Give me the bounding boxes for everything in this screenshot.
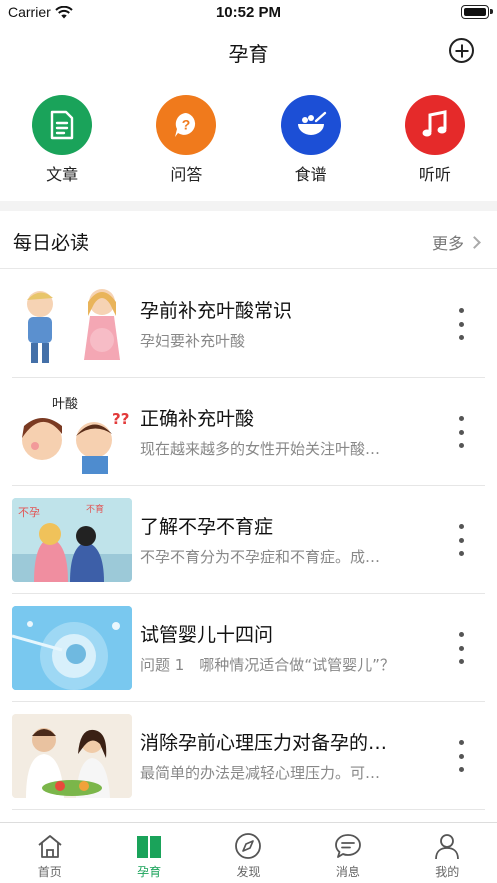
more-options-icon[interactable]	[457, 524, 465, 556]
thumbnail-caption: 不孕	[18, 506, 40, 519]
article-list: 孕前补充叶酸常识 孕妇要补充叶酸 叶酸 ?? 正确补充叶酸 现在越来越多的女性开…	[0, 270, 497, 810]
quick-actions: 文章 ? 问答 食谱 听听	[0, 95, 497, 190]
quick-action-label: 文章	[46, 165, 79, 184]
question-bubble-icon: ?	[156, 95, 217, 155]
quick-action-label: 问答	[170, 165, 203, 184]
article-thumbnail	[12, 606, 132, 690]
user-icon	[432, 831, 462, 861]
bowl-icon	[280, 95, 341, 155]
tab-label: 我的	[435, 865, 460, 879]
book-icon	[134, 831, 164, 861]
article-thumbnail: 不孕 不育	[12, 498, 132, 582]
article-subtitle: 不孕不育分为不孕症和不育症。成…	[140, 548, 381, 566]
svg-text:??: ??	[112, 410, 129, 428]
battery-icon	[461, 5, 493, 19]
article-item[interactable]: 不孕 不育 了解不孕不育症 不孕不育分为不孕症和不育症。成…	[0, 486, 497, 594]
tab-bar: 首页 孕育 发现 消息 我的	[0, 822, 497, 883]
quick-action-listen[interactable]: 听听	[373, 95, 497, 190]
article-thumbnail	[12, 282, 132, 366]
svg-text:?: ?	[182, 117, 191, 133]
quick-action-qa[interactable]: ? 问答	[124, 95, 248, 190]
tab-label: 消息	[335, 865, 360, 879]
article-title: 消除孕前心理压力对备孕的…	[140, 732, 388, 754]
message-icon	[333, 831, 363, 861]
tab-home[interactable]: 首页	[0, 823, 99, 883]
tab-profile[interactable]: 我的	[398, 823, 497, 883]
article-thumbnail	[12, 714, 132, 798]
add-button[interactable]	[449, 38, 474, 63]
article-title: 了解不孕不育症	[140, 516, 274, 538]
quick-action-label: 食谱	[294, 165, 327, 184]
more-options-icon[interactable]	[457, 416, 465, 448]
article-title: 正确补充叶酸	[140, 408, 255, 430]
article-thumbnail: 叶酸 ??	[12, 390, 132, 474]
home-icon	[35, 831, 65, 861]
quick-action-article[interactable]: 文章	[0, 95, 124, 190]
status-time: 10:52 PM	[215, 4, 282, 21]
status-bar: Carrier 10:52 PM	[0, 0, 497, 26]
more-link[interactable]: 更多	[431, 230, 481, 254]
tab-discover[interactable]: 发现	[199, 823, 298, 883]
music-note-icon	[404, 95, 465, 155]
more-label: 更多	[431, 234, 464, 253]
compass-icon	[233, 831, 263, 861]
divider	[12, 809, 485, 810]
thumbnail-caption: 叶酸	[52, 397, 78, 412]
more-options-icon[interactable]	[457, 632, 465, 664]
quick-action-recipe[interactable]: 食谱	[249, 95, 373, 190]
nav-bar: 孕育	[0, 28, 497, 72]
article-title: 试管婴儿十四问	[140, 624, 274, 646]
thumbnail-caption: 不育	[86, 503, 104, 515]
quick-action-label: 听听	[418, 165, 451, 184]
chevron-right-icon	[468, 235, 481, 249]
article-item[interactable]: 叶酸 ?? 正确补充叶酸 现在越来越多的女性开始关注叶酸…	[0, 378, 497, 486]
section-title: 每日必读	[13, 232, 90, 254]
article-item[interactable]: 消除孕前心理压力对备孕的… 最简单的办法是减轻心理压力。可…	[0, 702, 497, 810]
article-subtitle: 问题 1 哪种情况适合做“试管婴儿”？	[140, 656, 395, 674]
article-subtitle: 孕妇要补充叶酸	[140, 332, 246, 350]
tab-yunyu[interactable]: 孕育	[99, 823, 198, 883]
article-subtitle: 最简单的办法是减轻心理压力。可…	[140, 764, 381, 782]
article-item[interactable]: 试管婴儿十四问 问题 1 哪种情况适合做“试管婴儿”？	[0, 594, 497, 702]
tab-label: 首页	[37, 865, 62, 879]
tab-label: 发现	[236, 865, 261, 879]
page-title: 孕育	[228, 42, 269, 66]
article-item[interactable]: 孕前补充叶酸常识 孕妇要补充叶酸	[0, 270, 497, 378]
article-subtitle: 现在越来越多的女性开始关注叶酸…	[140, 440, 381, 458]
tab-messages[interactable]: 消息	[298, 823, 397, 883]
section-spacer	[0, 201, 497, 211]
tab-label: 孕育	[137, 865, 162, 879]
more-options-icon[interactable]	[457, 740, 465, 772]
more-options-icon[interactable]	[457, 308, 465, 340]
section-header: 每日必读 更多	[0, 211, 497, 269]
article-title: 孕前补充叶酸常识	[140, 300, 293, 322]
document-icon	[32, 95, 93, 155]
